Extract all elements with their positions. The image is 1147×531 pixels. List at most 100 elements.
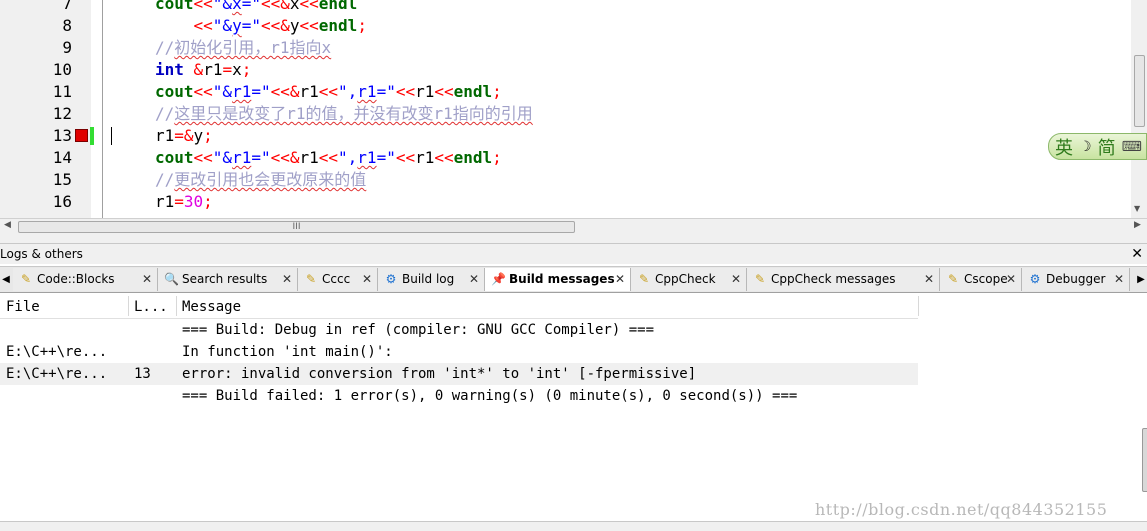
code-token: // bbox=[155, 38, 175, 57]
code-line[interactable]: cout<<"&r1="<<&r1<<",r1="<<r1<<endl; bbox=[155, 81, 502, 103]
panel-splitter[interactable] bbox=[0, 235, 1147, 244]
table-row[interactable]: === Build failed: 1 error(s), 0 warning(… bbox=[0, 385, 918, 407]
line-number[interactable]: 8 bbox=[0, 15, 72, 37]
code-token: ; bbox=[203, 126, 213, 145]
code-token: cout bbox=[155, 0, 194, 13]
table-row[interactable]: === Build: Debug in ref (compiler: GNU G… bbox=[0, 319, 918, 341]
cell-message: In function 'int main()': bbox=[182, 344, 393, 360]
code-editor[interactable]: 7 8 9 10 11 12 13 14 15 16 cout<<"&x="<<&x<<endl … bbox=[0, 0, 1147, 218]
code-token: r1 bbox=[155, 192, 175, 211]
code-line[interactable]: r1=&y; bbox=[155, 125, 213, 147]
tab-build-log[interactable]: ⚙ Build log ✕ bbox=[378, 268, 485, 291]
line-number[interactable]: 15 bbox=[0, 169, 72, 191]
table-row[interactable]: E:\C++\re... 13 error: invalid conversion … bbox=[0, 363, 918, 385]
code-token: << bbox=[193, 0, 213, 13]
close-icon[interactable]: ✕ bbox=[142, 268, 152, 291]
tab-scroll-left-icon[interactable]: ◀ bbox=[0, 268, 12, 291]
close-icon[interactable]: ✕ bbox=[1131, 244, 1143, 264]
code-line[interactable]: <<"&y="<<&y<<endl; bbox=[155, 15, 367, 37]
column-separator[interactable] bbox=[128, 296, 129, 316]
line-number[interactable]: 10 bbox=[0, 59, 72, 81]
tab-build-messages[interactable]: 📌 Build messages ✕ bbox=[485, 268, 631, 291]
tab-debugger[interactable]: ⚙ Debugger ✕ bbox=[1022, 268, 1130, 291]
close-icon[interactable]: ✕ bbox=[731, 268, 741, 291]
editor-horizontal-scroll-thumb[interactable]: III bbox=[18, 221, 575, 233]
scroll-down-arrow-icon[interactable]: ▼ bbox=[1134, 204, 1140, 213]
keyboard-icon[interactable]: ⌨ bbox=[1122, 139, 1142, 155]
code-token: r1 bbox=[299, 82, 319, 101]
close-icon[interactable]: ✕ bbox=[615, 268, 625, 291]
code-line[interactable]: //更改引用也会更改原来的值 bbox=[155, 169, 366, 191]
changed-line-bar bbox=[90, 127, 94, 145]
code-token: <<& bbox=[270, 148, 300, 167]
editor-vertical-scroll-thumb[interactable] bbox=[1134, 55, 1145, 127]
tab-scroll-right-icon[interactable]: ▶ bbox=[1135, 268, 1147, 291]
column-header-line[interactable]: L... bbox=[134, 296, 168, 318]
code-line[interactable]: int &r1=x; bbox=[155, 59, 251, 81]
line-number[interactable]: 14 bbox=[0, 147, 72, 169]
line-number[interactable]: 13 bbox=[0, 125, 72, 147]
ime-language-label[interactable]: 英 bbox=[1055, 134, 1073, 160]
code-line[interactable]: //这里只是改变了r1的值，并没有改变r1指向的引用 bbox=[155, 103, 533, 125]
code-token: r1 bbox=[203, 60, 223, 79]
tab-code-blocks[interactable]: ✎ Code::Blocks ✕ bbox=[13, 268, 158, 291]
close-icon[interactable]: ✕ bbox=[1114, 268, 1124, 291]
code-token: 这里只是改变了r1的值，并没有改变r1指向的引用 bbox=[174, 104, 533, 123]
code-line[interactable]: //初始化引用，r1指向x bbox=[155, 37, 331, 59]
watermark: http://blog.csdn.net/qq844352155 bbox=[815, 500, 1108, 519]
column-header-file[interactable]: File bbox=[6, 296, 40, 318]
notepad-icon: ✎ bbox=[754, 272, 766, 286]
code-line[interactable]: r1=30; bbox=[155, 191, 213, 213]
cell-message: === Build: Debug in ref (compiler: GNU G… bbox=[182, 322, 655, 338]
line-number[interactable]: 11 bbox=[0, 81, 72, 103]
cell-message: error: invalid conversion from 'int*' to… bbox=[182, 366, 697, 382]
code-token: 30 bbox=[183, 192, 204, 211]
close-icon[interactable]: ✕ bbox=[1006, 268, 1016, 291]
editor-horizontal-scrollbar[interactable]: ◀ III ▶ bbox=[0, 218, 1147, 235]
close-icon[interactable]: ✕ bbox=[282, 268, 292, 291]
code-token: endl bbox=[453, 148, 493, 167]
tab-cppcheck[interactable]: ✎ CppCheck ✕ bbox=[631, 268, 747, 291]
code-token: x bbox=[232, 0, 242, 13]
code-token: =" bbox=[251, 82, 271, 101]
line-number[interactable]: 16 bbox=[0, 191, 72, 213]
scroll-right-arrow-icon[interactable]: ▶ bbox=[1134, 220, 1141, 230]
line-number-gutter[interactable]: 7 8 9 10 11 12 13 14 15 16 bbox=[0, 0, 91, 218]
fold-margin-line bbox=[102, 0, 103, 218]
cell-line: 13 bbox=[134, 366, 151, 382]
code-line[interactable]: cout<<"&r1="<<&r1<<",r1="<<r1<<endl; bbox=[155, 147, 502, 169]
ime-indicator[interactable]: 英 ☽ 简 ⌨ bbox=[1048, 133, 1147, 160]
code-token: endl bbox=[453, 82, 493, 101]
line-number[interactable]: 9 bbox=[0, 37, 72, 59]
code-token: ", bbox=[338, 82, 358, 101]
tab-search-results[interactable]: 🔍 Search results ✕ bbox=[158, 268, 298, 291]
tab-cppcheck-messages[interactable]: ✎ CppCheck messages ✕ bbox=[747, 268, 940, 291]
search-icon: 🔍 bbox=[164, 272, 179, 286]
moon-icon[interactable]: ☽ bbox=[1079, 139, 1092, 155]
table-row[interactable]: E:\C++\re... In function 'int main()': bbox=[0, 341, 918, 363]
close-icon[interactable]: ✕ bbox=[924, 268, 934, 291]
tab-cscope[interactable]: ✎ Cscope ✕ bbox=[940, 268, 1022, 291]
code-line[interactable]: cout<<"&x="<<&x<<endl bbox=[155, 0, 357, 15]
breakpoint-marker-icon[interactable] bbox=[75, 129, 88, 142]
build-messages-list[interactable]: File L... Message === Build: Debug in re… bbox=[0, 293, 1147, 521]
line-number[interactable]: 12 bbox=[0, 103, 72, 125]
code-token: x bbox=[289, 0, 300, 13]
code-token: cout bbox=[155, 82, 194, 101]
text-caret bbox=[111, 127, 112, 145]
code-token: << bbox=[193, 148, 213, 167]
column-separator[interactable] bbox=[918, 296, 919, 316]
column-header-message[interactable]: Message bbox=[182, 296, 241, 318]
close-icon[interactable]: ✕ bbox=[362, 268, 372, 291]
column-separator[interactable] bbox=[176, 296, 177, 316]
scroll-left-arrow-icon[interactable]: ◀ bbox=[4, 220, 11, 230]
code-token: // bbox=[155, 170, 175, 189]
tab-cccc[interactable]: ✎ Cccc ✕ bbox=[298, 268, 378, 291]
code-token: r1 bbox=[155, 126, 175, 145]
line-number[interactable]: 7 bbox=[0, 0, 72, 15]
messages-scroll-thumb[interactable] bbox=[1142, 428, 1147, 492]
close-icon[interactable]: ✕ bbox=[469, 268, 479, 291]
code-token: r1 bbox=[415, 82, 435, 101]
ime-mode-label[interactable]: 简 bbox=[1098, 134, 1116, 160]
code-token: << bbox=[395, 148, 416, 167]
